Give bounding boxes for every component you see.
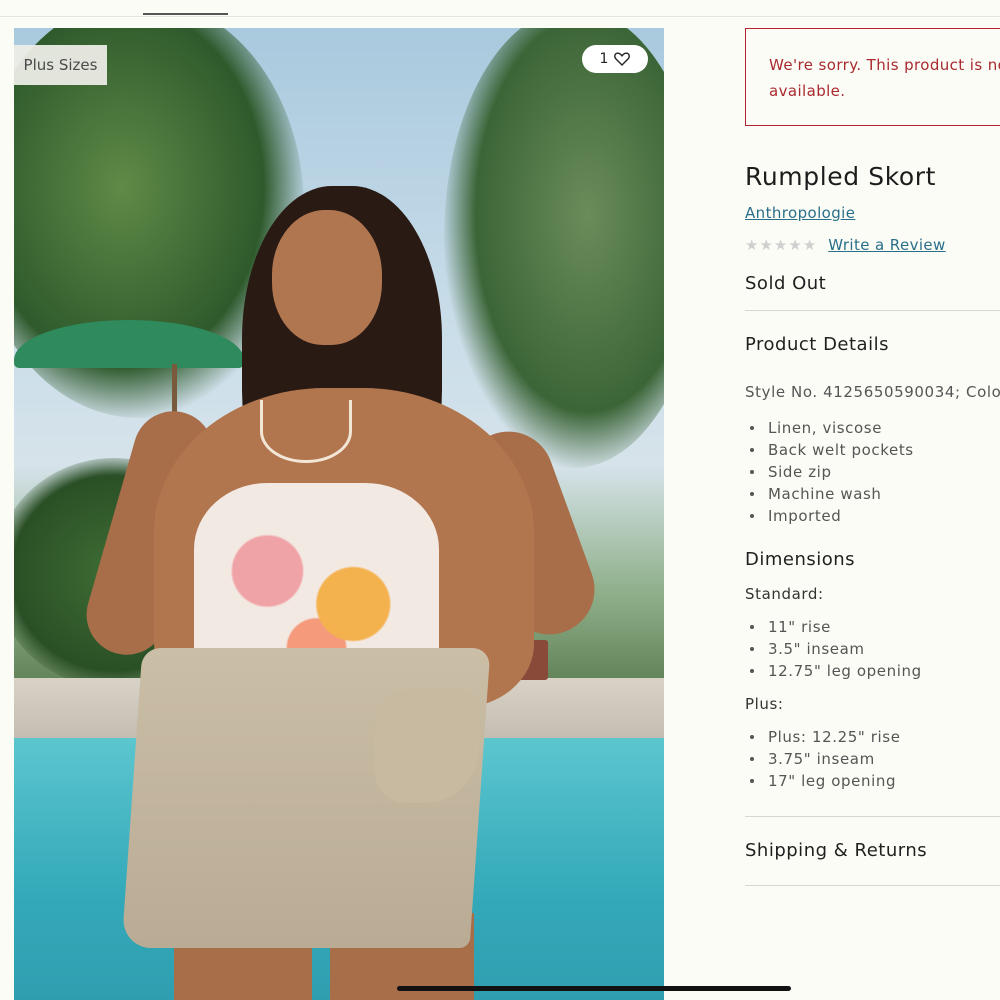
- favorite-count: 1: [599, 51, 609, 67]
- list-item: 11" rise: [749, 616, 922, 638]
- standard-label: Standard:: [745, 585, 824, 603]
- list-item: 3.75" inseam: [749, 748, 901, 770]
- brand-link[interactable]: Anthropologie: [745, 204, 855, 222]
- star-icon: ★: [788, 236, 802, 254]
- shipping-returns-heading[interactable]: Shipping & Returns: [745, 840, 927, 861]
- list-item: 3.5" inseam: [749, 638, 922, 660]
- alert-text-line2: available.: [769, 82, 846, 100]
- divider: [745, 816, 1000, 817]
- product-details-heading[interactable]: Product Details: [745, 334, 889, 355]
- list-item: Back welt pockets: [749, 439, 914, 461]
- plus-sizes-badge: Plus Sizes: [14, 45, 107, 85]
- list-item: Plus: 12.25" rise: [749, 726, 901, 748]
- dimensions-heading: Dimensions: [745, 549, 856, 570]
- alert-text-line1: We're sorry. This product is no l: [769, 56, 1000, 74]
- standard-dimensions-list: 11" rise 3.5" inseam 12.75" leg opening: [749, 616, 922, 682]
- favorite-button[interactable]: 1: [582, 45, 648, 73]
- rating-stars: ★ ★ ★ ★ ★: [745, 236, 816, 254]
- star-icon: ★: [759, 236, 773, 254]
- star-icon: ★: [773, 236, 788, 254]
- divider: [745, 310, 1000, 311]
- divider: [745, 885, 1000, 886]
- top-navigation-bar: [0, 0, 1000, 17]
- product-image[interactable]: [14, 28, 664, 1000]
- product-title: Rumpled Skort: [745, 162, 937, 191]
- rating-row: ★ ★ ★ ★ ★ Write a Review: [745, 236, 946, 254]
- list-item: Side zip: [749, 461, 914, 483]
- plus-label: Plus:: [745, 695, 784, 713]
- heart-icon: [614, 52, 631, 66]
- list-item: Machine wash: [749, 483, 914, 505]
- list-item: Linen, viscose: [749, 417, 914, 439]
- details-list: Linen, viscose Back welt pockets Side zi…: [749, 417, 914, 527]
- star-icon: ★: [802, 236, 817, 254]
- active-tab-indicator: [143, 13, 228, 15]
- star-icon: ★: [745, 236, 759, 254]
- list-item: 12.75" leg opening: [749, 660, 922, 682]
- write-review-link[interactable]: Write a Review: [828, 236, 945, 254]
- style-number: Style No. 4125650590034; Color C: [745, 383, 1000, 401]
- plus-dimensions-list: Plus: 12.25" rise 3.75" inseam 17" leg o…: [749, 726, 901, 792]
- list-item: Imported: [749, 505, 914, 527]
- unavailable-alert: We're sorry. This product is no l availa…: [745, 28, 1000, 126]
- list-item: 17" leg opening: [749, 770, 901, 792]
- home-indicator[interactable]: [397, 986, 791, 991]
- stock-status: Sold Out: [745, 273, 827, 294]
